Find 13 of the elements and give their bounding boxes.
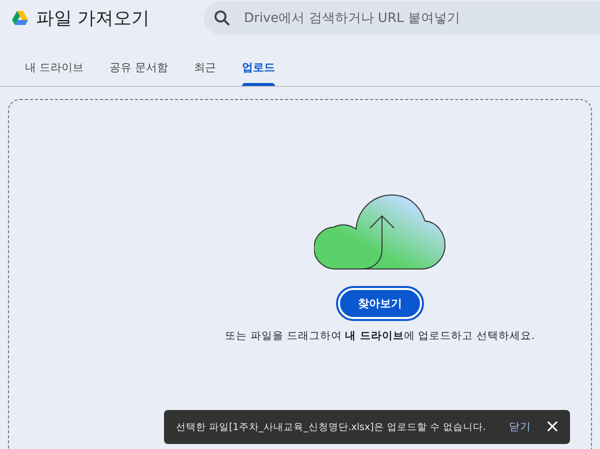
browse-button[interactable]: 찾아보기 — [338, 288, 422, 319]
upload-instruction: 또는 파일을 드래그하여 내 드라이브에 업로드하고 선택하세요. — [225, 329, 535, 343]
search-field[interactable]: Drive에서 검색하거나 URL 붙여넣기 — [204, 1, 600, 35]
dialog-title: 파일 가져오기 — [36, 7, 151, 30]
dismiss-link[interactable]: 닫기 — [500, 420, 539, 434]
drive-logo-icon — [12, 11, 28, 25]
close-button[interactable]: × — [538, 416, 570, 438]
tab[interactable]: 업로드 — [229, 56, 288, 86]
snackbar-message: 선택한 파일[1주차_사내교육_신청명단.xlsx]은 업로드할 수 없습니다. — [176, 420, 487, 434]
cloud-upload-icon — [314, 194, 446, 270]
tab[interactable]: 최근 — [181, 56, 229, 86]
tab[interactable]: 공유 문서함 — [96, 56, 181, 86]
tab[interactable]: 내 드라이브 — [12, 56, 96, 86]
